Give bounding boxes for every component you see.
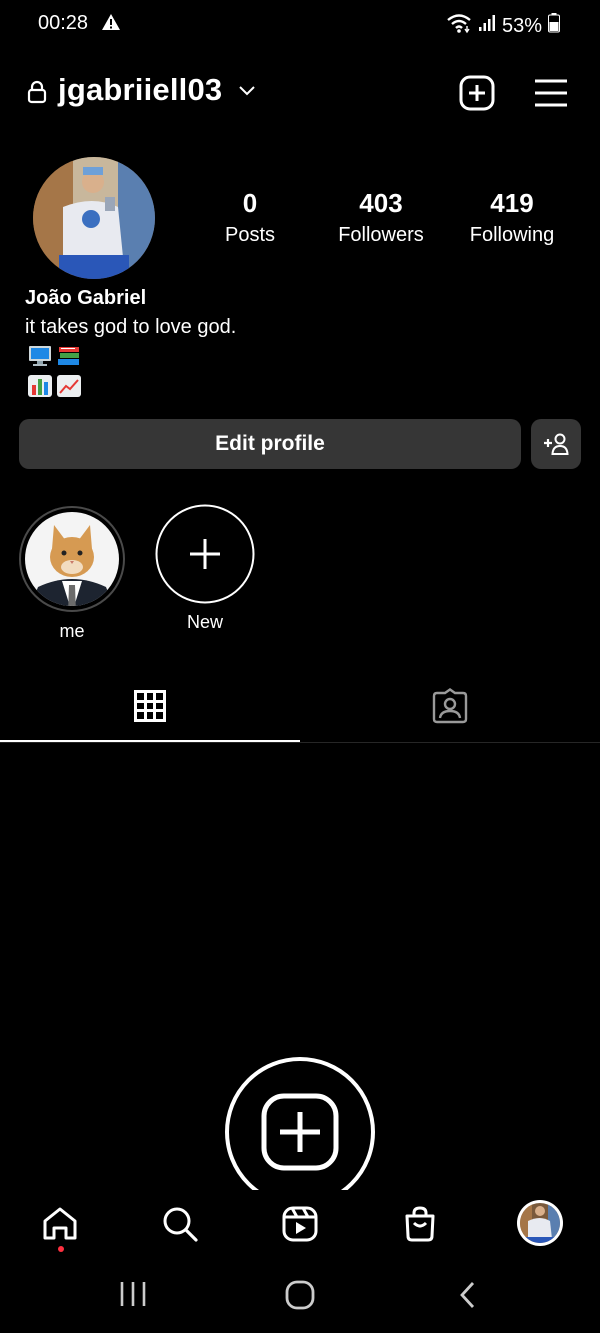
stat-followers[interactable]: 403 Followers: [321, 188, 441, 248]
nav-profile[interactable]: [516, 1199, 564, 1247]
empty-state-create-post[interactable]: [224, 1056, 376, 1190]
back-icon[interactable]: [458, 1280, 478, 1315]
status-indicators: 53%: [446, 12, 560, 40]
desktop-computer-emoji: [28, 345, 52, 367]
home-icon: [43, 1207, 77, 1240]
status-time: 00:28: [38, 12, 89, 34]
tab-grid[interactable]: [130, 686, 170, 726]
signal-icon: [478, 14, 496, 38]
stat-posts[interactable]: 0 Posts: [190, 188, 310, 248]
nav-shop[interactable]: [398, 1202, 442, 1246]
reels-icon: [282, 1206, 318, 1242]
grid-icon: [134, 690, 166, 722]
profile-name: João Gabriel: [25, 287, 147, 309]
battery-text: 53%: [501, 14, 542, 37]
edit-profile-button[interactable]: Edit profile: [19, 419, 521, 469]
bio-emoji-row-1: [28, 345, 81, 367]
bar-chart-emoji: [28, 375, 52, 397]
menu-button[interactable]: [531, 73, 571, 113]
posts-label: Posts: [224, 224, 276, 246]
battery-icon: [548, 13, 560, 39]
recents-icon[interactable]: [118, 1281, 148, 1312]
posts-count: 0: [242, 188, 258, 218]
followers-count: 403: [359, 188, 403, 218]
bio-emoji-row-2: [28, 375, 81, 397]
books-emoji: [57, 345, 81, 367]
wifi-icon: [446, 12, 472, 40]
add-person-icon: [544, 433, 569, 455]
chart-increasing-emoji: [57, 375, 81, 397]
highlight-me[interactable]: [18, 505, 126, 613]
highlight-new[interactable]: [155, 504, 255, 604]
username[interactable]: jgabriiell03: [58, 72, 222, 108]
profile-avatar[interactable]: [33, 157, 155, 279]
lock-icon: [27, 80, 47, 109]
following-count: 419: [490, 188, 534, 218]
avatar: [517, 1200, 563, 1246]
plus-square-icon: [459, 75, 495, 111]
profile-bio: it takes god to love god.: [25, 316, 237, 338]
home-circle-icon[interactable]: [285, 1280, 315, 1315]
notification-dot: [58, 1246, 64, 1252]
hamburger-menu-icon: [535, 79, 567, 107]
search-icon: [163, 1207, 198, 1242]
tagged-person-icon: [432, 688, 468, 724]
highlight-new-label: New: [186, 612, 223, 632]
highlight-me-label: me: [59, 621, 85, 641]
shopping-bag-icon: [405, 1206, 435, 1242]
stat-following[interactable]: 419 Following: [452, 188, 572, 248]
tab-tagged[interactable]: [430, 686, 470, 726]
new-post-button[interactable]: [457, 73, 497, 113]
followers-label: Followers: [338, 224, 424, 246]
nav-reels[interactable]: [278, 1202, 322, 1246]
warning-triangle-icon: [101, 13, 121, 36]
following-label: Following: [469, 224, 555, 246]
nav-search[interactable]: [158, 1202, 202, 1246]
nav-home[interactable]: [38, 1202, 82, 1246]
discover-people-button[interactable]: [531, 419, 581, 469]
plus-icon: [190, 539, 220, 569]
chevron-down-icon[interactable]: [237, 84, 257, 103]
tab-divider: [0, 742, 600, 743]
